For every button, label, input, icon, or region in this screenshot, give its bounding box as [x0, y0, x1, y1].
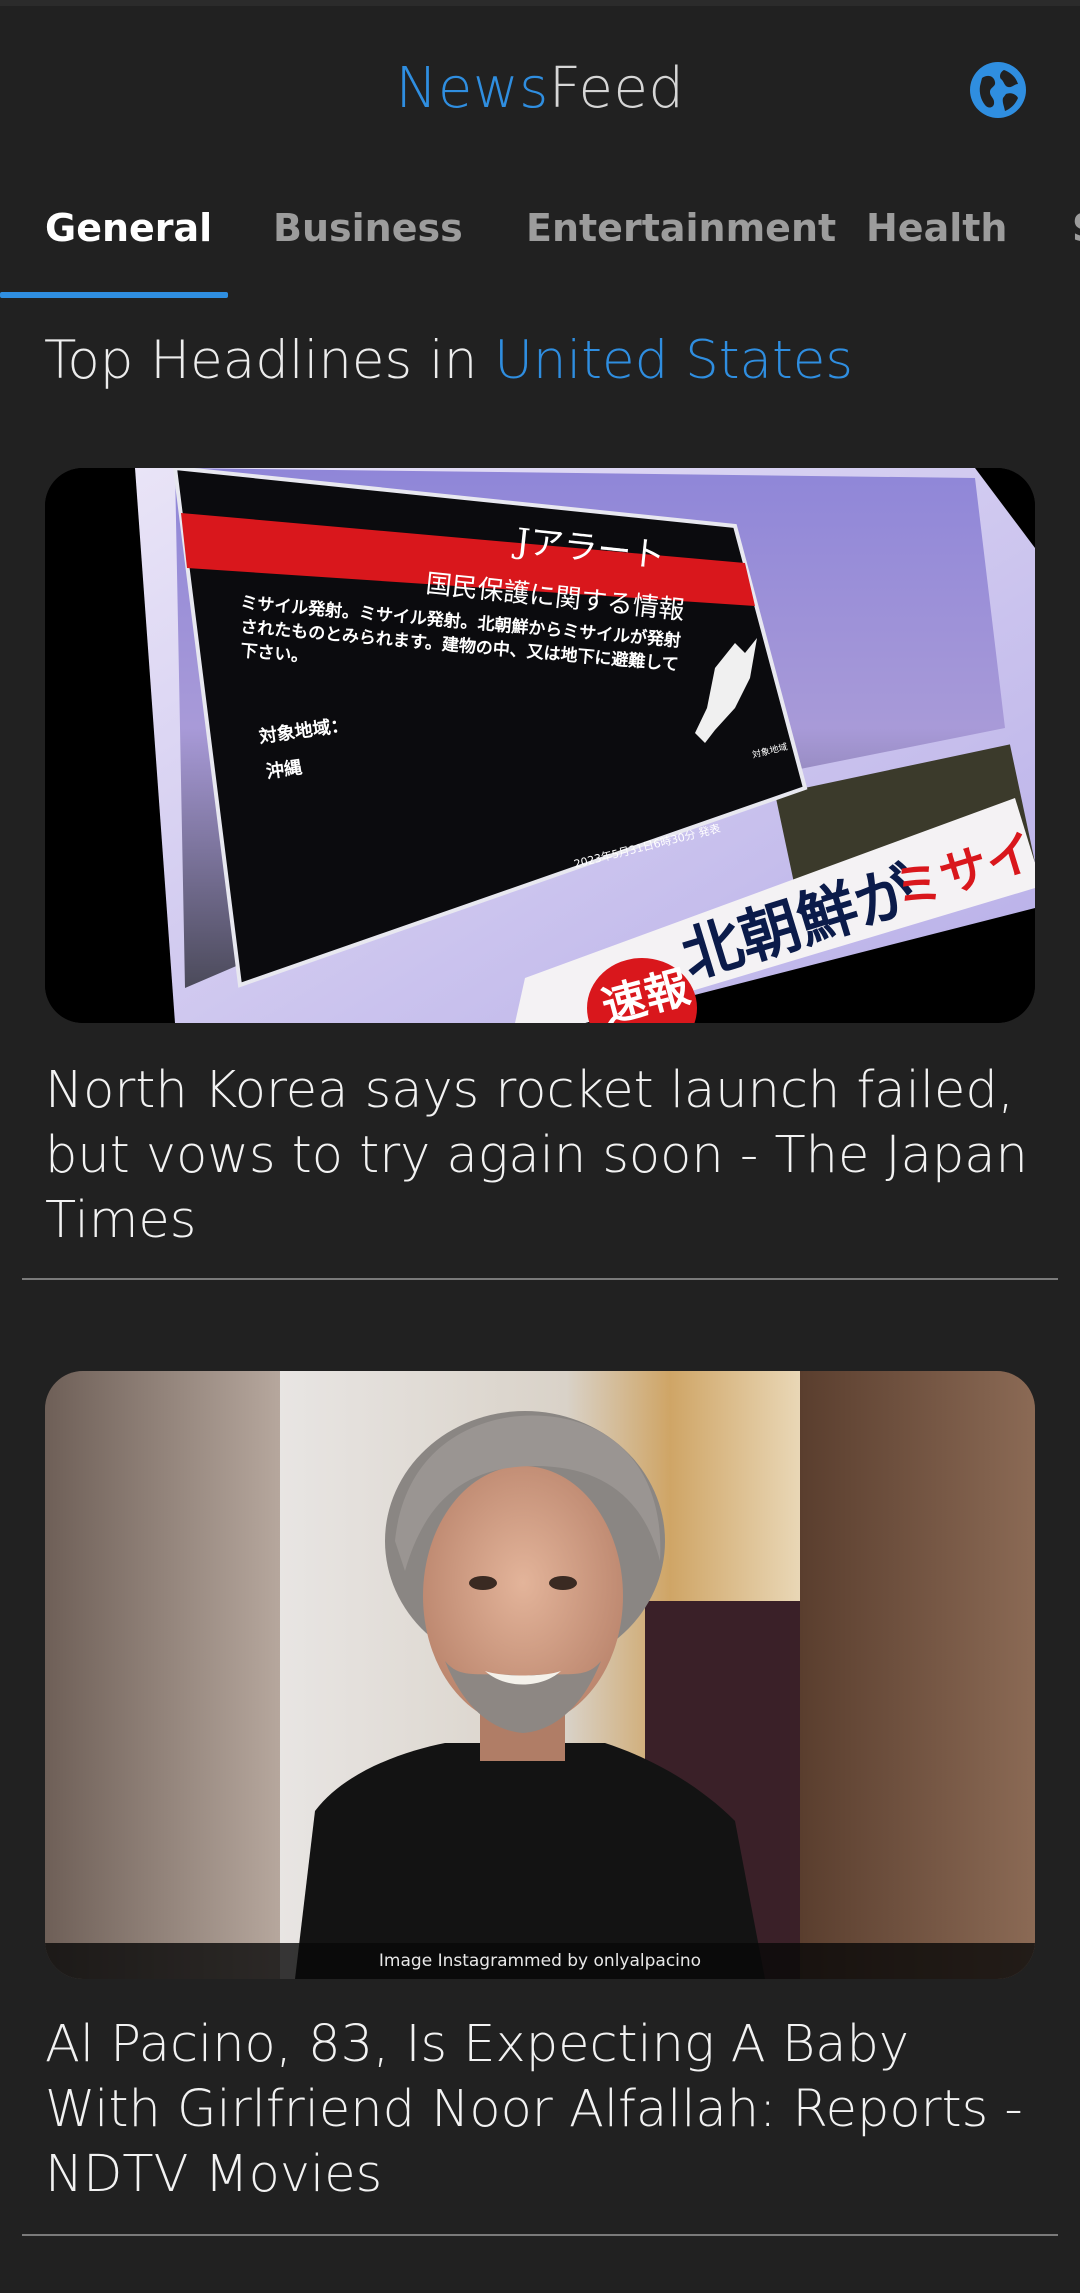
- article-image[interactable]: Jアラート 国民保護に関する情報 ミサイル発射。ミサイル発射。北朝鮮からミサイル…: [45, 468, 1035, 1023]
- app-title-feed: Feed: [548, 56, 685, 121]
- tab-business[interactable]: Business: [273, 206, 463, 250]
- divider: [22, 2234, 1058, 2236]
- category-tabs: General Business Entertainment Health S: [0, 166, 1080, 300]
- image-caption: Image Instagrammed by onlyalpacino: [45, 1943, 1035, 1979]
- article-title[interactable]: Al Pacino, 83, Is Expecting A Baby With …: [45, 2012, 1035, 2207]
- app-title-news: News: [395, 56, 549, 121]
- tab-general[interactable]: General: [45, 206, 212, 250]
- tab-health[interactable]: Health: [866, 206, 1007, 250]
- article-title[interactable]: North Korea says rocket launch failed, b…: [45, 1058, 1035, 1253]
- tab-entertainment[interactable]: Entertainment: [526, 206, 836, 250]
- tab-indicator: [0, 292, 228, 298]
- tab-partial[interactable]: S: [1072, 206, 1080, 250]
- section-heading: Top Headlines in United States: [44, 330, 853, 391]
- app-title: NewsFeed: [0, 56, 1080, 121]
- globe-icon[interactable]: [968, 60, 1028, 120]
- article-image[interactable]: Image Instagrammed by onlyalpacino: [45, 1371, 1035, 1979]
- tv-broadcast-image: Jアラート 国民保護に関する情報 ミサイル発射。ミサイル発射。北朝鮮からミサイル…: [45, 468, 1035, 1023]
- divider: [22, 1278, 1058, 1280]
- section-heading-prefix: Top Headlines in: [44, 330, 495, 391]
- country-name[interactable]: United States: [494, 330, 853, 391]
- portrait-photo: [45, 1371, 1035, 1979]
- app-bar: NewsFeed: [0, 6, 1080, 166]
